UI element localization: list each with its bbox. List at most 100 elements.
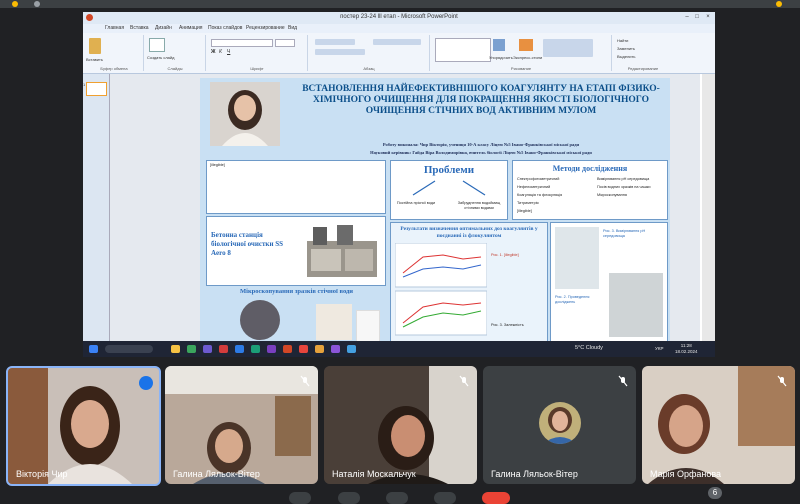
participant-name: Наталія Москальчук: [332, 469, 416, 479]
student-portrait: [210, 82, 280, 146]
select-button[interactable]: Выделить: [617, 54, 635, 59]
experiment-photo: [555, 227, 599, 289]
end-call-button[interactable]: [482, 492, 510, 504]
intro-text-box: [illegible]: [206, 160, 386, 214]
new-slide-label[interactable]: Создать слайд: [147, 55, 174, 60]
method-item: Спектрофотометричний: [517, 177, 560, 181]
participant-tile-main[interactable]: Вікторія Чир: [6, 366, 161, 486]
ribbon: Вставить Буфер обмена Создать слайд Слай…: [83, 33, 715, 74]
problem-1: Постійна прісної води: [396, 201, 436, 205]
app-icon[interactable]: [347, 345, 356, 353]
student-lab-photo: [609, 273, 663, 337]
notification-icon[interactable]: [776, 1, 782, 7]
minimize-icon[interactable]: –: [683, 14, 691, 21]
ribbon-tabs: Главная Вставка Дизайн Анимация Показ сл…: [83, 24, 715, 33]
paste-button-label[interactable]: Вставить: [86, 57, 103, 62]
intro-text: [illegible]: [210, 163, 225, 167]
drawing-group: Упорядочить Экспресс-стили Рисование: [431, 35, 612, 71]
align-buttons-icon[interactable]: [315, 49, 365, 55]
app-icon[interactable]: [203, 345, 212, 353]
find-button[interactable]: Найти: [617, 38, 628, 43]
shape-fill-options[interactable]: [543, 39, 593, 57]
problems-heading: Проблеми: [423, 164, 475, 176]
participants-count-badge[interactable]: 6: [708, 487, 722, 499]
app-icon[interactable]: [251, 345, 260, 353]
viber-icon[interactable]: [331, 345, 340, 353]
participant-tile[interactable]: Галина Ляльок-Вітер: [165, 366, 318, 484]
text-direction-icon[interactable]: [373, 39, 421, 45]
quick-styles-label[interactable]: Экспресс-стили: [513, 55, 542, 60]
bold-icon[interactable]: Ж: [211, 49, 216, 55]
tab-home[interactable]: Главная: [105, 25, 124, 31]
participant-name: Галина Ляльок-Вітер: [491, 469, 578, 479]
problems-arrows: [412, 180, 486, 196]
editing-group-label: Редактирование: [627, 66, 659, 71]
station-label: Бетонна станція біологічної очистки SS A…: [211, 231, 284, 257]
slides-group: Создать слайд Слайды: [145, 35, 206, 71]
replace-button[interactable]: Заменить: [617, 46, 635, 51]
font-name-field[interactable]: [211, 39, 273, 47]
poster-slide[interactable]: ВСТАНОВЛЕННЯ НАЙЕФЕКТИВНІШОГО КОАГУЛЯНТУ…: [200, 78, 670, 342]
keyboard-language[interactable]: УКР: [655, 346, 663, 351]
captions-button[interactable]: [386, 492, 408, 504]
close-icon[interactable]: ×: [704, 14, 712, 21]
paste-icon[interactable]: [89, 38, 101, 54]
edge-icon[interactable]: [235, 345, 244, 353]
start-icon[interactable]: [89, 345, 98, 353]
teams-icon[interactable]: [267, 345, 276, 353]
font-size-field[interactable]: [275, 39, 295, 47]
app-icon[interactable]: [315, 345, 324, 353]
tab-indicator-icon: [34, 1, 40, 7]
method-item: Мікроскопування: [597, 193, 627, 197]
windows-taskbar: 5°C Cloudy УКР 11:28 18.02.2024: [83, 341, 715, 357]
station-image: [307, 225, 377, 277]
new-slide-icon[interactable]: [149, 38, 165, 52]
poster-authors: Роботу виконала: Чир Вікторія, учениця 1…: [298, 141, 664, 157]
quick-styles-icon[interactable]: [519, 39, 533, 51]
tab-view[interactable]: Вид: [288, 25, 297, 31]
participant-name: Марія Орфанова: [650, 469, 722, 479]
participant-tile[interactable]: Галина Ляльок-Вітер: [483, 366, 636, 484]
method-item: Нефелометричний: [517, 185, 551, 189]
taskbar-clock[interactable]: 11:28 18.02.2024: [675, 343, 698, 355]
station-box: Бетонна станція біологічної очистки SS A…: [206, 216, 386, 286]
weather-widget[interactable]: 5°C Cloudy: [575, 345, 603, 351]
chrome-icon[interactable]: [299, 345, 308, 353]
list-buttons-icon[interactable]: [315, 39, 355, 45]
tab-insert[interactable]: Вставка: [130, 25, 149, 31]
participant-video: [8, 368, 159, 484]
arrange-label[interactable]: Упорядочить: [489, 55, 513, 60]
photos-box: Рис. 3. Вимірювання pH середовища Рис. 2…: [550, 222, 668, 342]
participant-tile[interactable]: Марія Орфанова: [642, 366, 795, 484]
file-explorer-icon[interactable]: [171, 345, 180, 353]
mic-button[interactable]: [289, 492, 311, 504]
ppt-titlebar: постер 23-24 lll етап - Microsoft PowerP…: [83, 12, 715, 24]
arrange-icon[interactable]: [493, 39, 505, 51]
present-button[interactable]: [434, 492, 456, 504]
tab-slideshow[interactable]: Показ слайдов: [208, 25, 242, 31]
participant-tile[interactable]: Наталія Москальчук: [324, 366, 477, 484]
photo-caption-1: Рис. 3. Вимірювання pH середовища: [603, 229, 646, 238]
italic-icon[interactable]: К: [219, 49, 222, 55]
powerpoint-icon[interactable]: [283, 345, 292, 353]
underline-icon[interactable]: Ч: [227, 49, 230, 55]
paragraph-group: Абзац: [309, 35, 430, 71]
camera-button[interactable]: [338, 492, 360, 504]
speaking-indicator-icon: [139, 376, 153, 390]
tab-design[interactable]: Дизайн: [155, 25, 172, 31]
search-box[interactable]: [105, 345, 153, 353]
app-icon[interactable]: [219, 345, 228, 353]
method-item: Посів водних зразків на чашки: [597, 185, 651, 189]
maximize-icon[interactable]: □: [693, 14, 701, 21]
participant-name: Галина Ляльок-Вітер: [173, 469, 260, 479]
poster-title: ВСТАНОВЛЕННЯ НАЙЕФЕКТИВНІШОГО КОАГУЛЯНТУ…: [302, 84, 660, 116]
methods-heading: Методи дослідження: [552, 164, 628, 173]
store-icon[interactable]: [187, 345, 196, 353]
micro-heading: Мікроскопування зразків стічної води: [240, 288, 354, 295]
chart-caption: Рис. 1. [illegible]: [491, 253, 519, 257]
slide-thumbnail[interactable]: [86, 82, 107, 96]
tab-review[interactable]: Рецензирование: [246, 25, 285, 31]
tab-animation[interactable]: Анимация: [179, 25, 202, 31]
vertical-scrollbar[interactable]: [702, 74, 715, 342]
shapes-gallery[interactable]: [435, 38, 491, 62]
